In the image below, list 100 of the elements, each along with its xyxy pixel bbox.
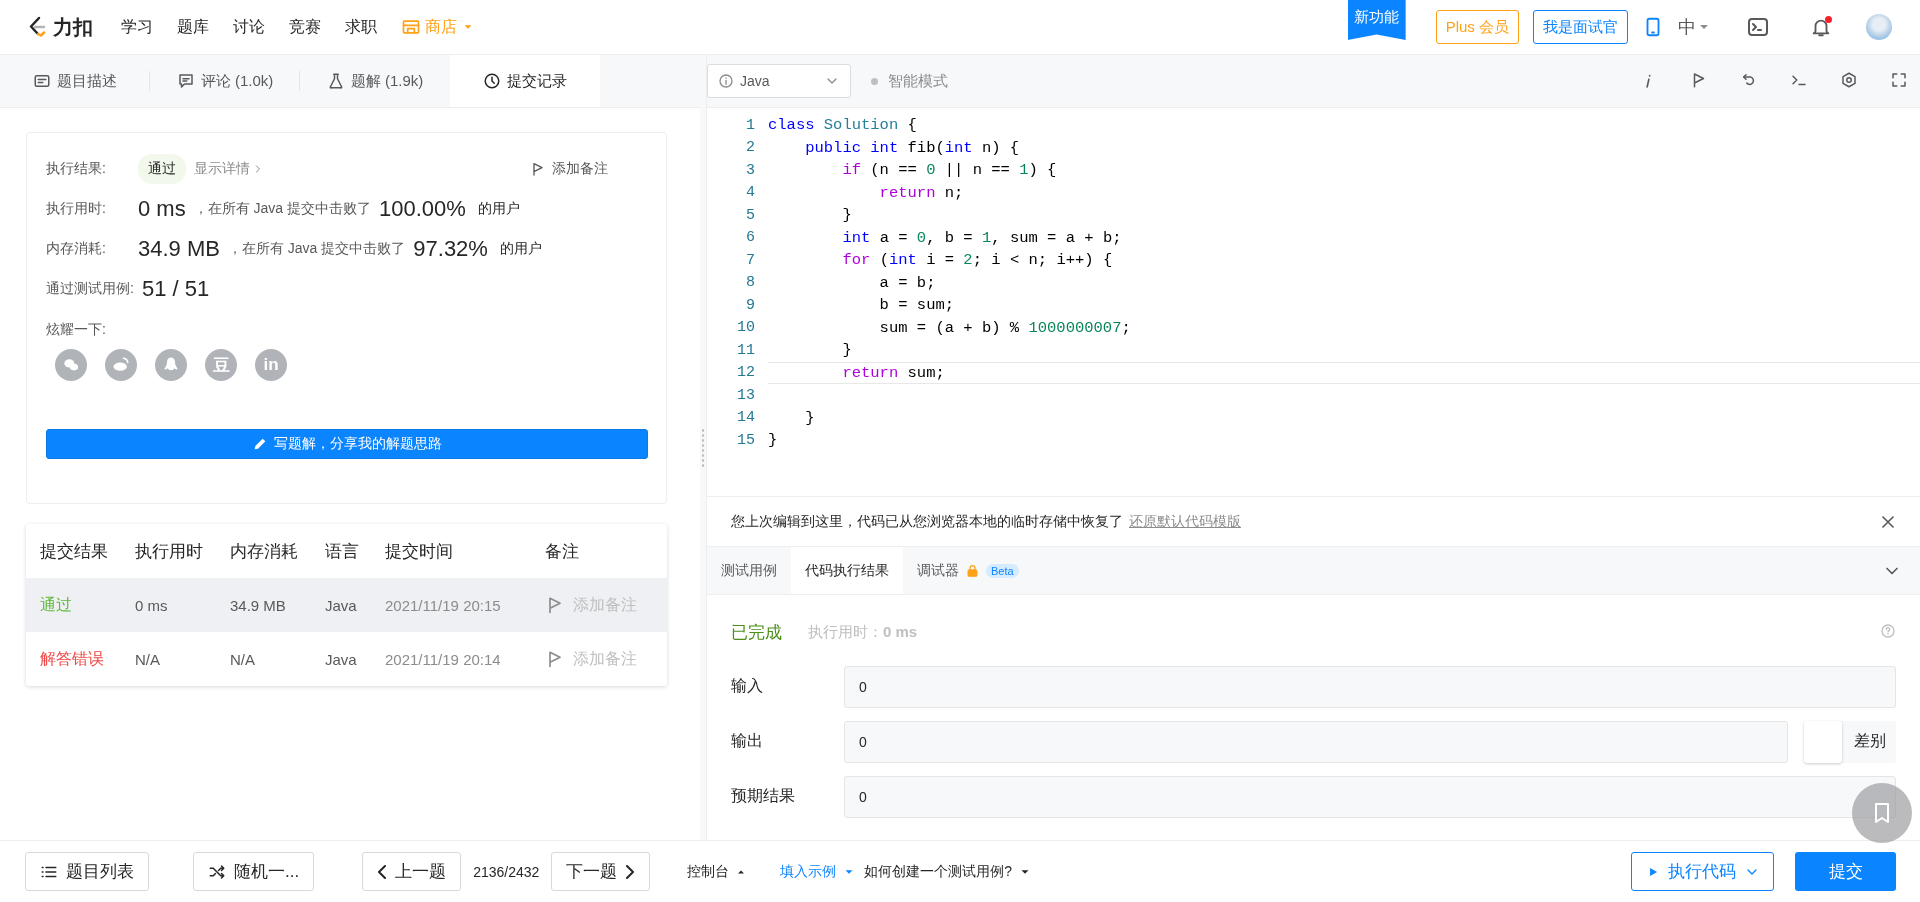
line-number: 6 <box>745 229 755 247</box>
stat-value: 0 ms <box>138 196 186 222</box>
table-cell-text: 0 ms <box>135 596 169 614</box>
code-line: if (n == 0 || n == 1) { <box>841 161 1057 180</box>
next-button[interactable]: 下一题 <box>551 852 651 891</box>
checkbox[interactable] <box>1804 720 1842 763</box>
stat-percent: 100.00% <box>379 196 466 222</box>
table-cell-text: 2021/11/19 20:15 <box>385 596 502 614</box>
column-header: 语言 <box>325 540 360 563</box>
details-link[interactable]: 显示详情 <box>194 160 264 178</box>
help-link[interactable]: 如何创建一个测试用例? <box>864 862 1033 881</box>
code-line: public int fib(int n) { <box>804 138 1020 157</box>
share-button[interactable] <box>105 349 137 381</box>
problem-list-button[interactable]: 题目列表 <box>25 852 149 891</box>
info-icon <box>718 73 734 89</box>
progress-text: 2136/2432 <box>473 863 540 880</box>
beta-badge: Beta <box>986 563 1019 578</box>
line-number: 13 <box>736 386 755 404</box>
fullscreen-icon[interactable] <box>1890 71 1908 89</box>
run-time-text: 执行用时：0 ms <box>808 622 918 642</box>
column-header: 内存消耗 <box>230 540 299 563</box>
status-text: 已完成 <box>731 621 782 644</box>
line-number: 15 <box>736 431 755 449</box>
stat-text: ，在所有 Java 提交中击败了 <box>193 200 372 218</box>
nav-link[interactable]: 竞赛 <box>289 16 321 38</box>
console-toggle[interactable]: 控制台 <box>687 862 748 881</box>
tab[interactable]: 测试用例 <box>707 547 791 594</box>
field-label: 执行结果: <box>46 160 107 178</box>
terminal-icon[interactable] <box>1746 15 1770 39</box>
line-number: 9 <box>745 296 755 314</box>
tab[interactable]: 调试器 Beta <box>903 547 1033 594</box>
add-note-button[interactable]: 添加备注 <box>524 159 614 179</box>
field-label: 预期结果 <box>731 786 796 806</box>
status-text[interactable]: 解答错误 <box>40 648 135 670</box>
line-number: 5 <box>745 206 755 224</box>
line-number: 8 <box>745 274 755 292</box>
output-field: 0 <box>844 665 1896 708</box>
code-line: } <box>841 206 852 225</box>
nav-link[interactable]: 题库 <box>177 16 209 38</box>
drag-handle-icon[interactable] <box>700 427 706 468</box>
line-number: 3 <box>745 161 755 179</box>
line-number: 4 <box>745 184 755 202</box>
code-line: class Solution { <box>768 116 917 135</box>
nav-link[interactable]: 讨论 <box>233 16 265 38</box>
output-field: 0 <box>844 720 1788 763</box>
line-number: 10 <box>736 319 755 337</box>
help-icon[interactable] <box>1880 622 1896 639</box>
write-solution-button[interactable]: 写题解，分享我的解题思路 <box>46 429 648 459</box>
shuffle-icon <box>208 862 226 881</box>
interviewer-button[interactable]: 我是面试官 <box>1533 10 1628 44</box>
tab[interactable]: 题解 (1.9k) <box>300 55 450 107</box>
field-label: 内存消耗: <box>46 240 107 258</box>
field-label: 执行用时: <box>46 200 107 218</box>
restore-link[interactable]: 还原默认代码模版 <box>1129 512 1241 531</box>
nav-link[interactable]: 学习 <box>121 16 153 38</box>
share-button[interactable] <box>155 349 187 381</box>
code-line: } <box>841 341 852 360</box>
table-cell-text: 2021/11/19 20:14 <box>385 650 502 668</box>
stat-text: 的用户 <box>477 200 520 218</box>
clock-icon <box>483 72 501 90</box>
code-line: int a = 0, b = 1, sum = a + b; <box>841 228 1122 247</box>
fill-example-button[interactable]: 填入示例 <box>780 862 857 881</box>
submit-button[interactable]: 提交 <box>1795 852 1896 891</box>
table-cell-text: N/A <box>135 650 161 668</box>
code-line: sum = (a + b) % 1000000007; <box>878 318 1131 337</box>
settings-icon[interactable] <box>1840 71 1858 89</box>
tab[interactable]: 评论 (1.0k) <box>150 55 300 107</box>
comment-icon <box>176 72 195 90</box>
previous-button[interactable]: 上一题 <box>362 852 462 891</box>
tab[interactable]: 代码执行结果 <box>791 547 903 594</box>
column-header: 备注 <box>545 540 580 563</box>
table-cell-text: 34.9 MB <box>230 596 287 614</box>
pencil-icon <box>252 436 268 452</box>
stat-text: 的用户 <box>499 240 542 258</box>
stat-value: 51 / 51 <box>141 276 210 302</box>
line-number: 12 <box>736 364 755 382</box>
line-number: 7 <box>745 251 755 269</box>
language-select[interactable]: Java <box>707 64 851 98</box>
tab[interactable]: 提交记录 <box>450 55 600 107</box>
code-line: for (int i = 2; i < n; i++) { <box>841 251 1113 270</box>
share-button[interactable] <box>55 349 87 381</box>
table-row[interactable]: 解答错误 N/A N/A Java 2021/11/19 20:14 添加备注 <box>26 632 667 686</box>
floating-book-button[interactable] <box>1852 783 1912 843</box>
nav-link[interactable]: 求职 <box>345 16 377 38</box>
flag-icon <box>530 161 546 177</box>
run-code-button[interactable]: 执行代码 <box>1631 852 1774 891</box>
language-selector[interactable]: 中 <box>1678 15 1696 39</box>
output-field: 0 <box>844 775 1896 818</box>
table-cell-text: Java <box>325 650 358 668</box>
stat-percent: 97.32% <box>413 236 488 262</box>
random-button[interactable]: 随机一... <box>193 852 315 891</box>
line-number: 1 <box>745 116 755 134</box>
line-number: 2 <box>745 139 755 157</box>
new-feature-ribbon[interactable]: 新功能 <box>1347 0 1406 40</box>
stat-value: 34.9 MB <box>138 236 220 262</box>
document-icon <box>33 72 51 90</box>
shop-icon[interactable] <box>401 17 421 37</box>
tab[interactable]: 题目描述 <box>0 55 150 107</box>
table-cell-text: Java <box>325 596 358 614</box>
logo-text[interactable]: 力扣 <box>53 13 93 41</box>
